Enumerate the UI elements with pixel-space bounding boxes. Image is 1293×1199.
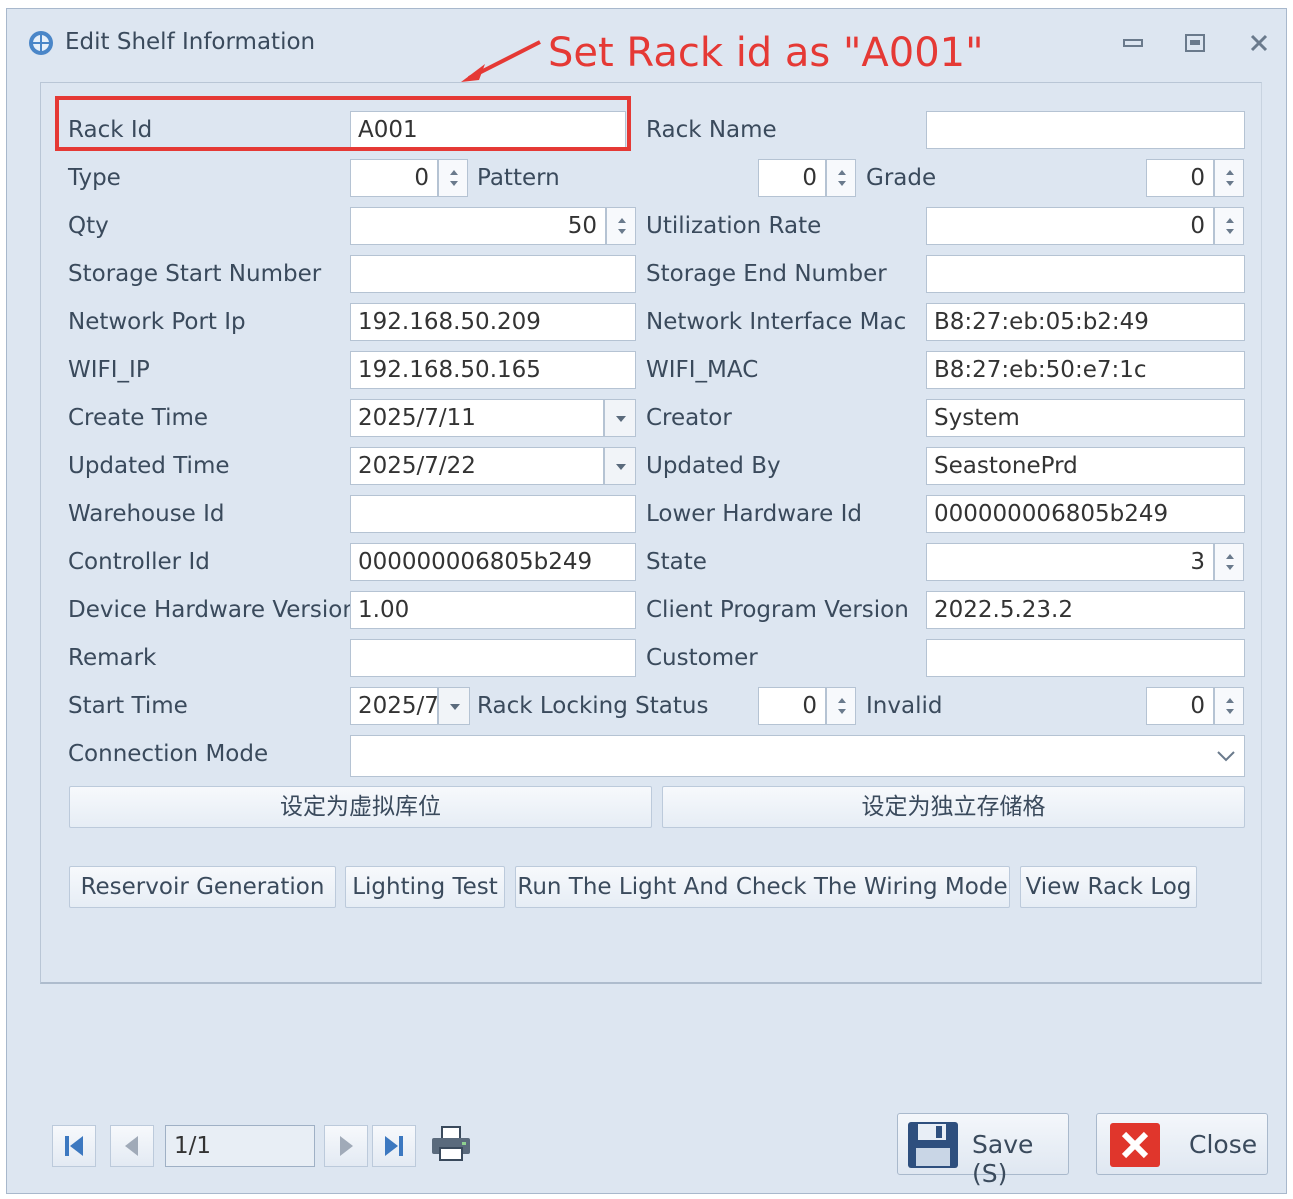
view-rack-log-button[interactable]: View Rack Log: [1020, 866, 1197, 908]
updated-by-input[interactable]: SeastonePrd: [926, 447, 1245, 485]
label-creator: Creator: [646, 405, 732, 431]
print-icon[interactable]: [428, 1124, 474, 1164]
label-client-program-version: Client Program Version: [646, 597, 909, 623]
label-start-time: Start Time: [68, 693, 188, 719]
rack-locking-status-spinner[interactable]: [826, 687, 856, 725]
close-x-icon: [1110, 1123, 1160, 1167]
updated-time-input[interactable]: 2025/7/22: [350, 447, 604, 485]
grade-input[interactable]: 0: [1146, 159, 1214, 197]
label-qty: Qty: [68, 213, 109, 239]
create-time-input[interactable]: 2025/7/11: [350, 399, 604, 437]
label-create-time: Create Time: [68, 405, 209, 431]
label-network-interface-mac: Network Interface Mac: [646, 309, 907, 335]
warehouse-id-input[interactable]: [350, 495, 636, 533]
remark-input[interactable]: [350, 639, 636, 677]
invalid-input[interactable]: 0: [1146, 687, 1214, 725]
close-window-icon[interactable]: [1245, 31, 1273, 55]
start-time-input[interactable]: 2025/7: [350, 687, 438, 725]
grade-spinner[interactable]: [1214, 159, 1244, 197]
label-grade: Grade: [866, 165, 937, 191]
next-page-icon[interactable]: [324, 1125, 368, 1167]
type-spinner[interactable]: [438, 159, 468, 197]
label-warehouse-id: Warehouse Id: [68, 501, 225, 527]
lower-hardware-id-input[interactable]: 000000006805b249: [926, 495, 1245, 533]
rack-locking-status-input[interactable]: 0: [758, 687, 826, 725]
label-controller-id: Controller Id: [68, 549, 210, 575]
label-updated-by: Updated By: [646, 453, 781, 479]
label-pattern: Pattern: [477, 165, 560, 191]
create-time-dropdown-icon[interactable]: [604, 399, 636, 437]
storage-start-number-input[interactable]: [350, 255, 636, 293]
storage-end-number-input[interactable]: [926, 255, 1245, 293]
network-interface-mac-input[interactable]: B8:27:eb:05:b2:49: [926, 303, 1245, 341]
save-label: Save (S): [972, 1130, 1034, 1188]
label-storage-start-number: Storage Start Number: [68, 261, 322, 287]
label-customer: Customer: [646, 645, 758, 671]
prev-page-icon[interactable]: [110, 1125, 154, 1167]
invalid-spinner[interactable]: [1214, 687, 1244, 725]
updated-time-dropdown-icon[interactable]: [604, 447, 636, 485]
label-remark: Remark: [68, 645, 157, 671]
label-lower-hardware-id: Lower Hardware Id: [646, 501, 862, 527]
rack-name-input[interactable]: [926, 111, 1245, 149]
label-utilization-rate: Utilization Rate: [646, 213, 822, 239]
label-type: Type: [68, 165, 121, 191]
client-program-version-input[interactable]: 2022.5.23.2: [926, 591, 1245, 629]
label-rack-name: Rack Name: [646, 117, 777, 143]
controller-id-input[interactable]: 000000006805b249: [350, 543, 636, 581]
set-virtual-location-button[interactable]: 设定为虚拟库位: [69, 786, 652, 828]
annotation-arrow: [461, 40, 541, 82]
run-light-check-wiring-button[interactable]: Run The Light And Check The Wiring Mode: [515, 866, 1010, 908]
label-rack-locking-status: Rack Locking Status: [477, 693, 709, 719]
lighting-test-button[interactable]: Lighting Test: [345, 866, 505, 908]
network-port-ip-input[interactable]: 192.168.50.209: [350, 303, 636, 341]
creator-input[interactable]: System: [926, 399, 1245, 437]
wifi-mac-input[interactable]: B8:27:eb:50:e7:1c: [926, 351, 1245, 389]
qty-spinner[interactable]: [606, 207, 636, 245]
first-page-icon[interactable]: [52, 1125, 96, 1167]
customer-input[interactable]: [926, 639, 1245, 677]
save-disk-icon: [908, 1122, 958, 1168]
label-state: State: [646, 549, 707, 575]
utilization-rate-spinner[interactable]: [1214, 207, 1244, 245]
close-button[interactable]: Close: [1096, 1113, 1268, 1175]
state-spinner[interactable]: [1214, 543, 1244, 581]
label-storage-end-number: Storage End Number: [646, 261, 887, 287]
connection-mode-select[interactable]: [350, 735, 1245, 777]
utilization-rate-input[interactable]: 0: [926, 207, 1214, 245]
label-wifi-mac: WIFI_MAC: [646, 357, 759, 383]
set-independent-storage-button[interactable]: 设定为独立存储格: [662, 786, 1245, 828]
page-indicator[interactable]: 1/1: [165, 1125, 315, 1167]
annotation-text: Set Rack id as "A001": [548, 30, 984, 76]
save-button[interactable]: Save (S): [897, 1113, 1069, 1188]
wifi-ip-input[interactable]: 192.168.50.165: [350, 351, 636, 389]
label-invalid: Invalid: [866, 693, 943, 719]
pattern-input[interactable]: 0: [758, 159, 826, 197]
type-input[interactable]: 0: [350, 159, 438, 197]
minimize-icon[interactable]: [1119, 31, 1147, 55]
label-updated-time: Updated Time: [68, 453, 230, 479]
label-network-port-ip: Network Port Ip: [68, 309, 246, 335]
state-input[interactable]: 3: [926, 543, 1214, 581]
last-page-icon[interactable]: [372, 1125, 416, 1167]
maximize-icon[interactable]: [1181, 31, 1209, 55]
label-wifi-ip: WIFI_IP: [68, 357, 150, 383]
reservoir-generation-button[interactable]: Reservoir Generation: [69, 866, 336, 908]
pattern-spinner[interactable]: [826, 159, 856, 197]
window-title: Edit Shelf Information: [65, 29, 316, 55]
device-hardware-version-input[interactable]: 1.00: [350, 591, 636, 629]
qty-input[interactable]: 50: [350, 207, 606, 245]
annotation-highlight: [55, 96, 631, 151]
app-icon: [29, 31, 53, 55]
close-label: Close: [1189, 1130, 1258, 1159]
chevron-down-icon[interactable]: [1216, 749, 1236, 763]
label-connection-mode: Connection Mode: [68, 741, 269, 767]
start-time-dropdown-icon[interactable]: [438, 687, 470, 725]
label-device-hardware-version: Device Hardware Version: [68, 597, 357, 623]
